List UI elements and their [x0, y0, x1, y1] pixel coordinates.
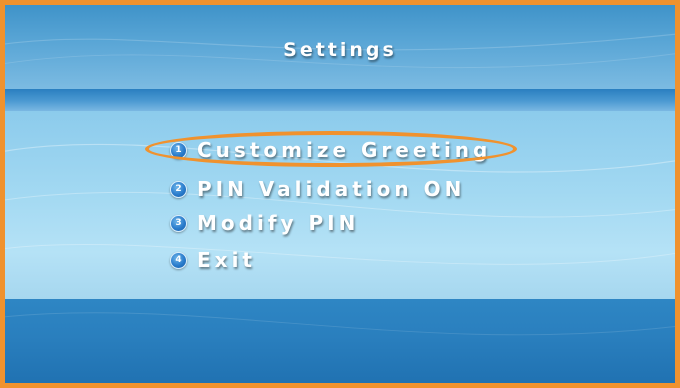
menu-item-modify-pin[interactable]: 3 Modify PIN — [170, 208, 359, 238]
menu-item-label: Customize Greeting — [197, 138, 492, 162]
number-badge-4: 4 — [170, 251, 187, 269]
settings-menu: 1 Customize Greeting 2 PIN Validation ON… — [5, 5, 675, 383]
settings-screen: Settings 1 Customize Greeting 2 PIN Vali… — [5, 5, 675, 383]
menu-item-label: Modify PIN — [197, 211, 360, 235]
menu-item-customize-greeting[interactable]: 1 Customize Greeting — [170, 135, 491, 165]
menu-item-label: Exit — [197, 248, 256, 272]
menu-item-label: PIN Validation ON — [197, 177, 466, 201]
menu-item-exit[interactable]: 4 Exit — [170, 245, 256, 275]
settings-screen-frame: Settings 1 Customize Greeting 2 PIN Vali… — [0, 0, 680, 388]
number-badge-3: 3 — [170, 214, 187, 232]
menu-item-pin-validation[interactable]: 2 PIN Validation ON — [170, 174, 465, 204]
number-badge-1: 1 — [170, 141, 187, 159]
number-badge-2: 2 — [170, 180, 187, 198]
